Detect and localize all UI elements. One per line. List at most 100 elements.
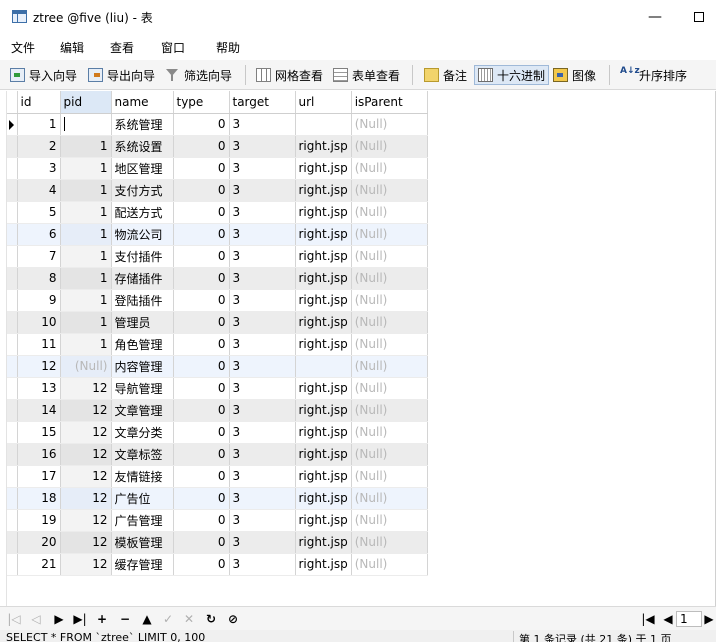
cell-type[interactable]: 0 [173,333,230,356]
cell-target[interactable]: 3 [229,333,296,356]
cell-url[interactable]: right.jsp [295,333,352,356]
cell-name[interactable]: 管理员 [111,311,174,334]
cell-name[interactable]: 导航管理 [111,377,174,400]
cell-type[interactable]: 0 [173,267,230,290]
cell-id[interactable]: 3 [17,157,61,180]
cell-name[interactable]: 广告管理 [111,509,174,532]
cell-isparent[interactable]: (Null) [351,113,428,136]
cell-id[interactable]: 16 [17,443,61,466]
cell-target[interactable]: 3 [229,465,296,488]
cell-url[interactable] [295,113,352,136]
menu-edit[interactable]: 编辑 [60,39,84,56]
cell-isparent[interactable]: (Null) [351,377,428,400]
cell-pid[interactable]: 1 [60,201,112,224]
cell-url[interactable]: right.jsp [295,201,352,224]
cell-url[interactable]: right.jsp [295,311,352,334]
cell-isparent[interactable]: (Null) [351,267,428,290]
cell-type[interactable]: 0 [173,289,230,312]
cell-type[interactable]: 0 [173,531,230,554]
row-indicator[interactable] [7,223,18,246]
hex-button[interactable]: 十六进制 [474,65,550,85]
row-indicator[interactable] [7,487,18,510]
cell-pid[interactable] [60,113,112,136]
cell-target[interactable]: 3 [229,311,296,334]
cell-id[interactable]: 20 [17,531,61,554]
row-indicator[interactable] [7,421,18,444]
cell-pid[interactable]: (Null) [60,355,112,378]
row-indicator[interactable] [7,289,18,312]
cell-isparent[interactable]: (Null) [351,355,428,378]
cell-isparent[interactable]: (Null) [351,443,428,466]
cell-isparent[interactable]: (Null) [351,531,428,554]
next-page-button[interactable]: ▶ [703,611,715,627]
row-indicator[interactable] [7,135,18,158]
table-row[interactable]: 4 1 支付方式 0 3 right.jsp (Null) [7,179,428,202]
grid-view-button[interactable]: 网格查看 [256,65,323,85]
cell-id[interactable]: 10 [17,311,61,334]
cell-name[interactable]: 系统管理 [111,113,174,136]
cell-id[interactable]: 19 [17,509,61,532]
column-header-isparent[interactable]: isParent [351,91,428,114]
cell-url[interactable]: right.jsp [295,377,352,400]
confirm-button[interactable]: ✓ [160,611,176,627]
row-indicator[interactable] [7,267,18,290]
cell-pid[interactable]: 12 [60,421,112,444]
cell-type[interactable]: 0 [173,113,230,136]
cell-pid[interactable]: 12 [60,487,112,510]
cell-name[interactable]: 广告位 [111,487,174,510]
cell-target[interactable]: 3 [229,377,296,400]
cell-url[interactable]: right.jsp [295,399,352,422]
row-indicator[interactable] [7,201,18,224]
next-record-button[interactable]: ▶ [51,611,67,627]
import-wizard-button[interactable]: 导入向导 [10,65,77,85]
cell-url[interactable]: right.jsp [295,179,352,202]
cell-name[interactable]: 角色管理 [111,333,174,356]
row-indicator[interactable] [7,179,18,202]
cell-isparent[interactable]: (Null) [351,135,428,158]
cell-type[interactable]: 0 [173,399,230,422]
cell-pid[interactable]: 12 [60,399,112,422]
cell-isparent[interactable]: (Null) [351,201,428,224]
cell-pid[interactable]: 1 [60,135,112,158]
cell-pid[interactable]: 12 [60,531,112,554]
cell-name[interactable]: 物流公司 [111,223,174,246]
table-row[interactable]: 16 12 文章标签 0 3 right.jsp (Null) [7,443,428,466]
cell-target[interactable]: 3 [229,135,296,158]
cell-id[interactable]: 2 [17,135,61,158]
export-wizard-button[interactable]: 导出向导 [88,65,155,85]
memo-button[interactable]: 备注 [424,65,467,85]
cell-name[interactable]: 模板管理 [111,531,174,554]
cell-url[interactable]: right.jsp [295,421,352,444]
cell-isparent[interactable]: (Null) [351,487,428,510]
cell-target[interactable]: 3 [229,487,296,510]
maximize-button[interactable] [684,4,714,30]
row-indicator[interactable] [7,113,18,136]
cell-id[interactable]: 11 [17,333,61,356]
cell-pid[interactable]: 1 [60,289,112,312]
table-row[interactable]: 17 12 友情链接 0 3 right.jsp (Null) [7,465,428,488]
cell-pid[interactable]: 12 [60,377,112,400]
cell-target[interactable]: 3 [229,289,296,312]
cell-target[interactable]: 3 [229,443,296,466]
cell-id[interactable]: 8 [17,267,61,290]
cell-name[interactable]: 地区管理 [111,157,174,180]
column-header-id[interactable]: id [17,91,61,114]
cell-type[interactable]: 0 [173,157,230,180]
prev-page-button[interactable]: ◀ [660,611,676,627]
cell-id[interactable]: 12 [17,355,61,378]
page-number-input[interactable]: 1 [676,611,702,627]
last-record-button[interactable]: ▶| [72,611,88,627]
cell-type[interactable]: 0 [173,553,230,576]
row-indicator[interactable] [7,245,18,268]
cell-pid[interactable]: 12 [60,553,112,576]
cell-id[interactable]: 13 [17,377,61,400]
cell-target[interactable]: 3 [229,553,296,576]
table-row[interactable]: 2 1 系统设置 0 3 right.jsp (Null) [7,135,428,158]
cell-id[interactable]: 17 [17,465,61,488]
cell-id[interactable]: 21 [17,553,61,576]
cell-id[interactable]: 15 [17,421,61,444]
cell-url[interactable] [295,355,352,378]
cell-url[interactable]: right.jsp [295,223,352,246]
cell-pid[interactable]: 12 [60,443,112,466]
cell-name[interactable]: 文章标签 [111,443,174,466]
